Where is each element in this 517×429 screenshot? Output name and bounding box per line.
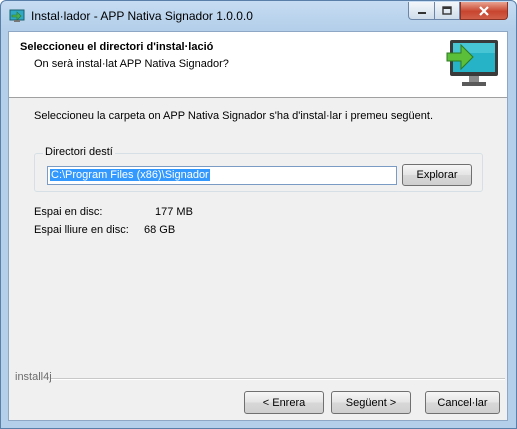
- close-button[interactable]: [460, 2, 508, 20]
- back-button[interactable]: < Enrera: [244, 391, 324, 414]
- disk-free-row: Espai lliure en disc: 68 GB: [34, 224, 175, 236]
- cancel-button[interactable]: Cancel·lar: [425, 391, 500, 414]
- footer-divider: [51, 378, 505, 380]
- disk-required-row: Espai en disc: 177 MB: [34, 206, 193, 218]
- installer-content: Seleccioneu el directori d'instal·lació …: [8, 31, 508, 421]
- intro-text: Seleccioneu la carpeta on APP Nativa Sig…: [34, 110, 434, 122]
- maximize-icon: [442, 6, 452, 15]
- disk-required-label: Espai en disc:: [34, 206, 103, 218]
- destination-path-input[interactable]: C:\Program Files (x86)\Signador: [47, 166, 397, 185]
- disk-free-value: 68 GB: [144, 224, 176, 236]
- step-title: Seleccioneu el directori d'instal·lació: [20, 41, 214, 53]
- wizard-header: Seleccioneu el directori d'instal·lació …: [9, 32, 507, 98]
- next-button[interactable]: Següent >: [331, 391, 411, 414]
- destination-path-value: C:\Program Files (x86)\Signador: [50, 169, 210, 181]
- disk-free-label: Espai lliure en disc:: [34, 224, 129, 236]
- minimize-button[interactable]: [408, 2, 435, 20]
- window-title: Instal·lador - APP Nativa Signador 1.0.0…: [31, 9, 253, 23]
- minimize-icon: [417, 11, 426, 14]
- title-bar[interactable]: Instal·lador - APP Nativa Signador 1.0.0…: [1, 1, 516, 31]
- installer-window: Instal·lador - APP Nativa Signador 1.0.0…: [0, 0, 517, 429]
- footer-brand: install4j: [15, 371, 52, 383]
- installer-app-icon: [9, 9, 25, 22]
- step-subtitle: On serà instal·lat APP Nativa Signador?: [34, 58, 229, 70]
- destination-legend: Directori destí: [43, 146, 115, 158]
- close-icon: [479, 5, 489, 16]
- destination-group: Directori destí C:\Program Files (x86)\S…: [34, 146, 483, 192]
- monitor-install-icon: [446, 40, 498, 86]
- disk-required-value: 177 MB: [155, 206, 193, 218]
- maximize-button[interactable]: [434, 2, 460, 20]
- browse-button[interactable]: Explorar: [402, 164, 472, 186]
